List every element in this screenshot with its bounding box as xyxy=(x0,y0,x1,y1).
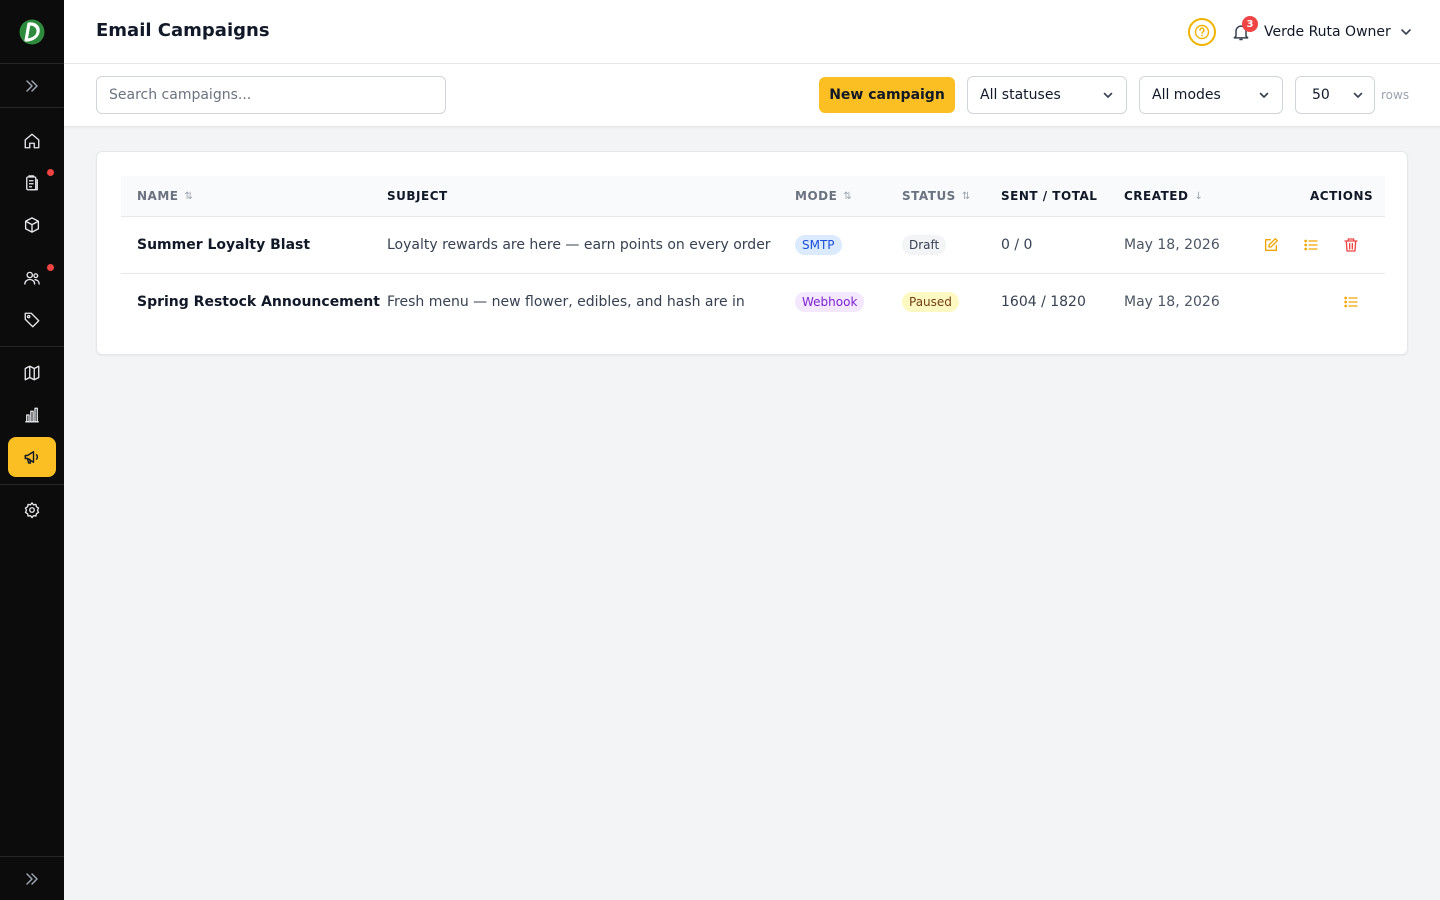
column-header-actions-label: ACTIONS xyxy=(1310,189,1374,203)
column-header-sent-total: SENT / TOTAL xyxy=(1001,176,1097,216)
mode-badge: Webhook xyxy=(795,292,865,312)
campaign-subject: Fresh menu — new flower, edibles, and ha… xyxy=(387,294,745,310)
view-recipients-button[interactable] xyxy=(1301,235,1321,255)
column-header-name[interactable]: NAME ⇅ xyxy=(137,176,193,216)
user-menu[interactable]: Verde Ruta Owner xyxy=(1264,20,1413,44)
table-header: NAME ⇅ SUBJECT MODE ⇅ STATUS ⇅ SENT / TO… xyxy=(121,176,1385,217)
campaign-name[interactable]: Spring Restock Announcement xyxy=(137,274,380,330)
home-icon xyxy=(24,133,40,149)
sidebar-item-campaigns[interactable] xyxy=(8,437,56,477)
sent-total-value: 0 / 0 xyxy=(1001,237,1033,253)
column-header-subject: SUBJECT xyxy=(387,176,448,216)
sort-descending-icon: ↓ xyxy=(1194,190,1204,202)
orders-notification-dot xyxy=(47,169,54,176)
sidebar-expand-button[interactable] xyxy=(0,64,64,108)
sidebar-item-settings[interactable] xyxy=(8,490,56,530)
sent-total-value: 1604 / 1820 xyxy=(1001,294,1086,310)
campaign-name[interactable]: Summer Loyalty Blast xyxy=(137,217,310,273)
new-campaign-button[interactable]: New campaign xyxy=(819,77,955,113)
status-filter-value: All statuses xyxy=(980,87,1061,103)
help-button[interactable] xyxy=(1188,18,1216,46)
sidebar-item-map[interactable] xyxy=(8,353,56,393)
status-badge: Draft xyxy=(902,235,947,255)
mode-badge: SMTP xyxy=(795,235,842,255)
tag-icon xyxy=(24,312,40,328)
analytics-icon xyxy=(25,407,39,423)
notification-count-badge: 3 xyxy=(1242,16,1258,32)
campaign-subject: Loyalty rewards are here — earn points o… xyxy=(387,237,771,253)
column-header-actions: ACTIONS xyxy=(1310,176,1373,216)
status-filter-select[interactable]: All statuses xyxy=(967,76,1127,114)
sort-icon: ⇅ xyxy=(961,190,971,202)
sidebar-divider xyxy=(0,484,64,485)
column-header-sent-total-label: SENT / TOTAL xyxy=(1001,189,1098,203)
status-badge: Paused xyxy=(902,292,959,312)
column-header-created[interactable]: CREATED ↓ xyxy=(1124,176,1203,216)
column-header-status[interactable]: STATUS ⇅ xyxy=(902,176,971,216)
customers-notification-dot xyxy=(47,264,54,271)
table-row: Spring Restock Announcement Fresh menu —… xyxy=(121,274,1385,331)
created-date: May 18, 2026 xyxy=(1124,294,1220,310)
chevron-down-icon xyxy=(1259,92,1269,98)
status-cell: Paused xyxy=(902,274,959,330)
search-input[interactable] xyxy=(96,76,446,114)
delete-campaign-button[interactable] xyxy=(1341,235,1361,255)
chevrons-right-icon xyxy=(26,872,38,885)
chevron-down-icon xyxy=(1400,29,1411,35)
edit-icon xyxy=(1265,238,1278,251)
table-row: Summer Loyalty Blast Loyalty rewards are… xyxy=(121,217,1385,274)
app-logo[interactable] xyxy=(0,0,64,64)
mode-filter-value: All modes xyxy=(1152,87,1221,103)
toolbar: New campaign All statuses All modes 50 r… xyxy=(64,64,1440,127)
mode-filter-select[interactable]: All modes xyxy=(1139,76,1283,114)
column-header-name-label: NAME xyxy=(137,189,179,203)
notifications-button[interactable]: 3 xyxy=(1228,16,1258,46)
campaigns-table-card: NAME ⇅ SUBJECT MODE ⇅ STATUS ⇅ SENT / TO… xyxy=(96,151,1408,355)
list-icon xyxy=(1344,296,1358,308)
sort-icon: ⇅ xyxy=(843,190,853,202)
trash-icon xyxy=(1344,238,1358,252)
sidebar-item-promotions[interactable] xyxy=(8,300,56,340)
sidebar-item-customers[interactable] xyxy=(8,258,56,298)
top-header: Email Campaigns 3 Verde Ruta Owner xyxy=(64,0,1440,64)
sidebar-item-products[interactable] xyxy=(8,205,56,245)
mode-cell: Webhook xyxy=(795,274,865,330)
megaphone-icon xyxy=(24,451,39,464)
view-recipients-button[interactable] xyxy=(1341,292,1361,312)
logo-icon xyxy=(19,19,45,44)
list-icon xyxy=(1304,239,1318,251)
rows-per-page-select[interactable]: 50 xyxy=(1295,76,1375,114)
rows-label: rows xyxy=(1381,88,1410,102)
mode-cell: SMTP xyxy=(795,217,842,273)
edit-campaign-button[interactable] xyxy=(1261,235,1281,255)
question-icon xyxy=(1194,24,1210,40)
chevron-down-icon xyxy=(1103,92,1113,98)
sidebar-item-home[interactable] xyxy=(8,121,56,161)
sidebar-item-orders[interactable] xyxy=(8,163,56,203)
chevrons-right-icon xyxy=(26,79,38,92)
sidebar xyxy=(0,0,64,900)
column-header-mode[interactable]: MODE ⇅ xyxy=(795,176,852,216)
page-title: Email Campaigns xyxy=(96,20,270,41)
orders-icon xyxy=(26,175,38,191)
column-header-status-label: STATUS xyxy=(902,189,956,203)
customers-icon xyxy=(24,271,40,285)
sidebar-collapse-toggle[interactable] xyxy=(0,856,64,900)
map-icon xyxy=(24,365,40,381)
column-header-created-label: CREATED xyxy=(1124,189,1189,203)
sort-icon: ⇅ xyxy=(184,190,194,202)
chevron-down-icon xyxy=(1353,92,1363,98)
sidebar-divider xyxy=(0,346,64,347)
column-header-mode-label: MODE xyxy=(795,189,838,203)
settings-icon xyxy=(24,502,40,519)
status-cell: Draft xyxy=(902,217,947,273)
rows-per-page-value: 50 xyxy=(1312,87,1330,103)
column-header-subject-label: SUBJECT xyxy=(387,189,448,203)
products-icon xyxy=(24,217,40,233)
user-name: Verde Ruta Owner xyxy=(1264,24,1391,40)
sidebar-item-analytics[interactable] xyxy=(8,395,56,435)
created-date: May 18, 2026 xyxy=(1124,237,1220,253)
